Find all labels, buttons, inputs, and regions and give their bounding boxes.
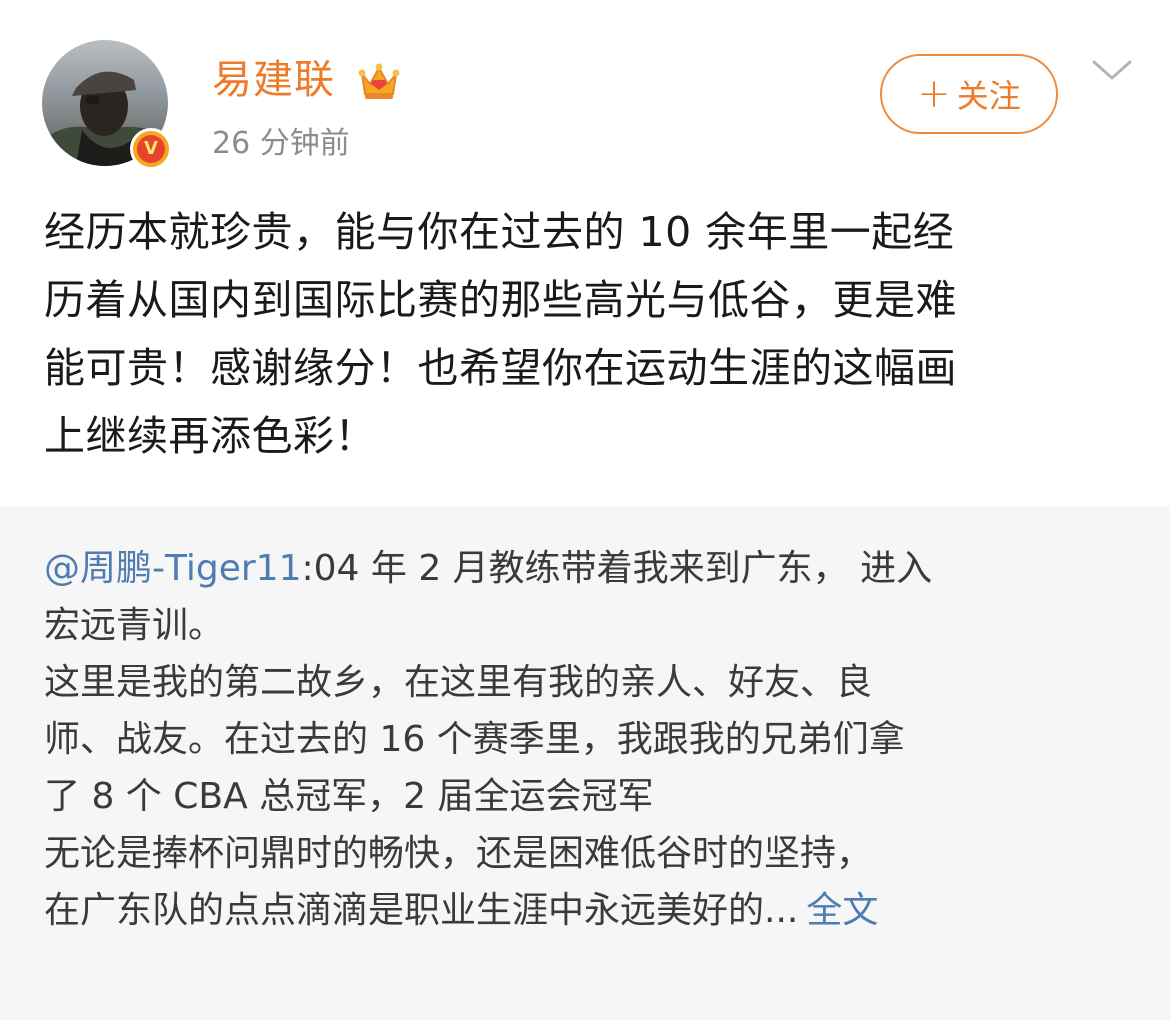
post-line: 经历本就珍贵，能与你在过去的 10 余年里一起经	[44, 208, 955, 256]
repost-line: 宏远青训。	[44, 605, 225, 646]
follow-button-label: 关注	[956, 77, 1021, 115]
post-line: 上继续再添色彩！	[44, 412, 376, 460]
repost-line: 这里是我的第二故乡，在这里有我的亲人、好友、良	[44, 662, 873, 703]
chevron-down-icon[interactable]	[1090, 56, 1134, 84]
repost-line: @周鹏-Tiger11:04 年 2 月教练带着我来到广东， 进入	[44, 540, 1134, 597]
weibo-post: V 易建联 26 分钟前 + 关注 经历本就珍贵，能与你在过去的 10 余年里一…	[0, 0, 1170, 1020]
repost-line-text: :04 年 2 月教练带着我来到广东， 进入	[301, 548, 933, 589]
crown-icon	[358, 63, 400, 99]
repost-line: 无论是捧杯问鼎时的畅快，还是困难低谷时的坚持，	[44, 833, 873, 874]
post-line: 历着从国内到国际比赛的那些高光与低谷，更是难	[44, 276, 957, 324]
repost-line: 在广东队的点点滴滴是职业生涯中永远美好的... 全文	[44, 882, 1134, 939]
post-body: 经历本就珍贵，能与你在过去的 10 余年里一起经 历着从国内到国际比赛的那些高光…	[44, 198, 1134, 470]
reposted-content[interactable]: @周鹏-Tiger11:04 年 2 月教练带着我来到广东， 进入 宏远青训。 …	[0, 506, 1170, 1020]
follow-button[interactable]: + 关注	[880, 54, 1058, 134]
verified-badge-label: V	[137, 135, 165, 163]
full-text-link[interactable]: 全文	[806, 890, 878, 931]
repost-line: 师、战友。在过去的 16 个赛季里，我跟我的兄弟们拿	[44, 719, 905, 760]
verified-badge-icon: V	[130, 128, 172, 170]
repost-body: @周鹏-Tiger11:04 年 2 月教练带着我来到广东， 进入 宏远青训。 …	[44, 540, 1134, 939]
post-line: 能可贵！感谢缘分！也希望你在运动生涯的这幅画	[44, 344, 957, 392]
avatar[interactable]: V	[42, 40, 172, 170]
mention-link[interactable]: @周鹏-Tiger11	[44, 548, 302, 589]
plus-icon: +	[917, 71, 951, 117]
repost-line-text: 在广东队的点点滴滴是职业生涯中永远美好的...	[44, 890, 799, 931]
repost-line: 了 8 个 CBA 总冠军，2 届全运会冠军	[44, 776, 654, 817]
post-timestamp: 26 分钟前	[212, 126, 350, 161]
author-name[interactable]: 易建联	[212, 56, 335, 104]
